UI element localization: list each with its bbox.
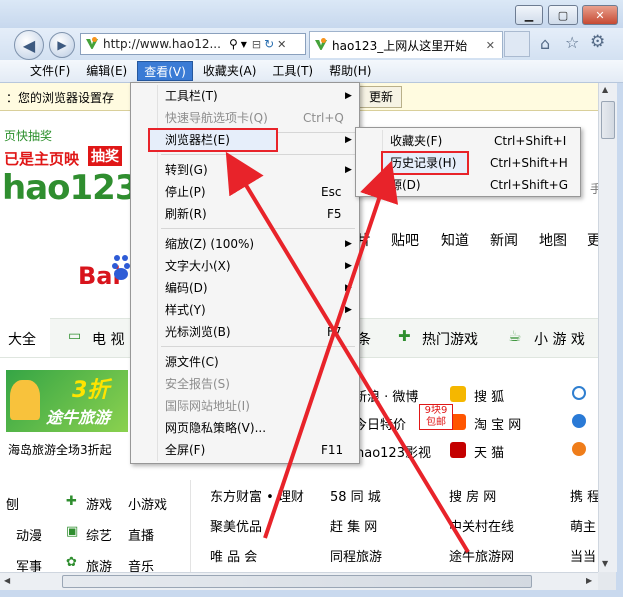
arrow-to-history [263, 160, 399, 539]
annotation-arrows [225, 151, 470, 554]
arrow-to-explorer-bars [225, 151, 470, 554]
